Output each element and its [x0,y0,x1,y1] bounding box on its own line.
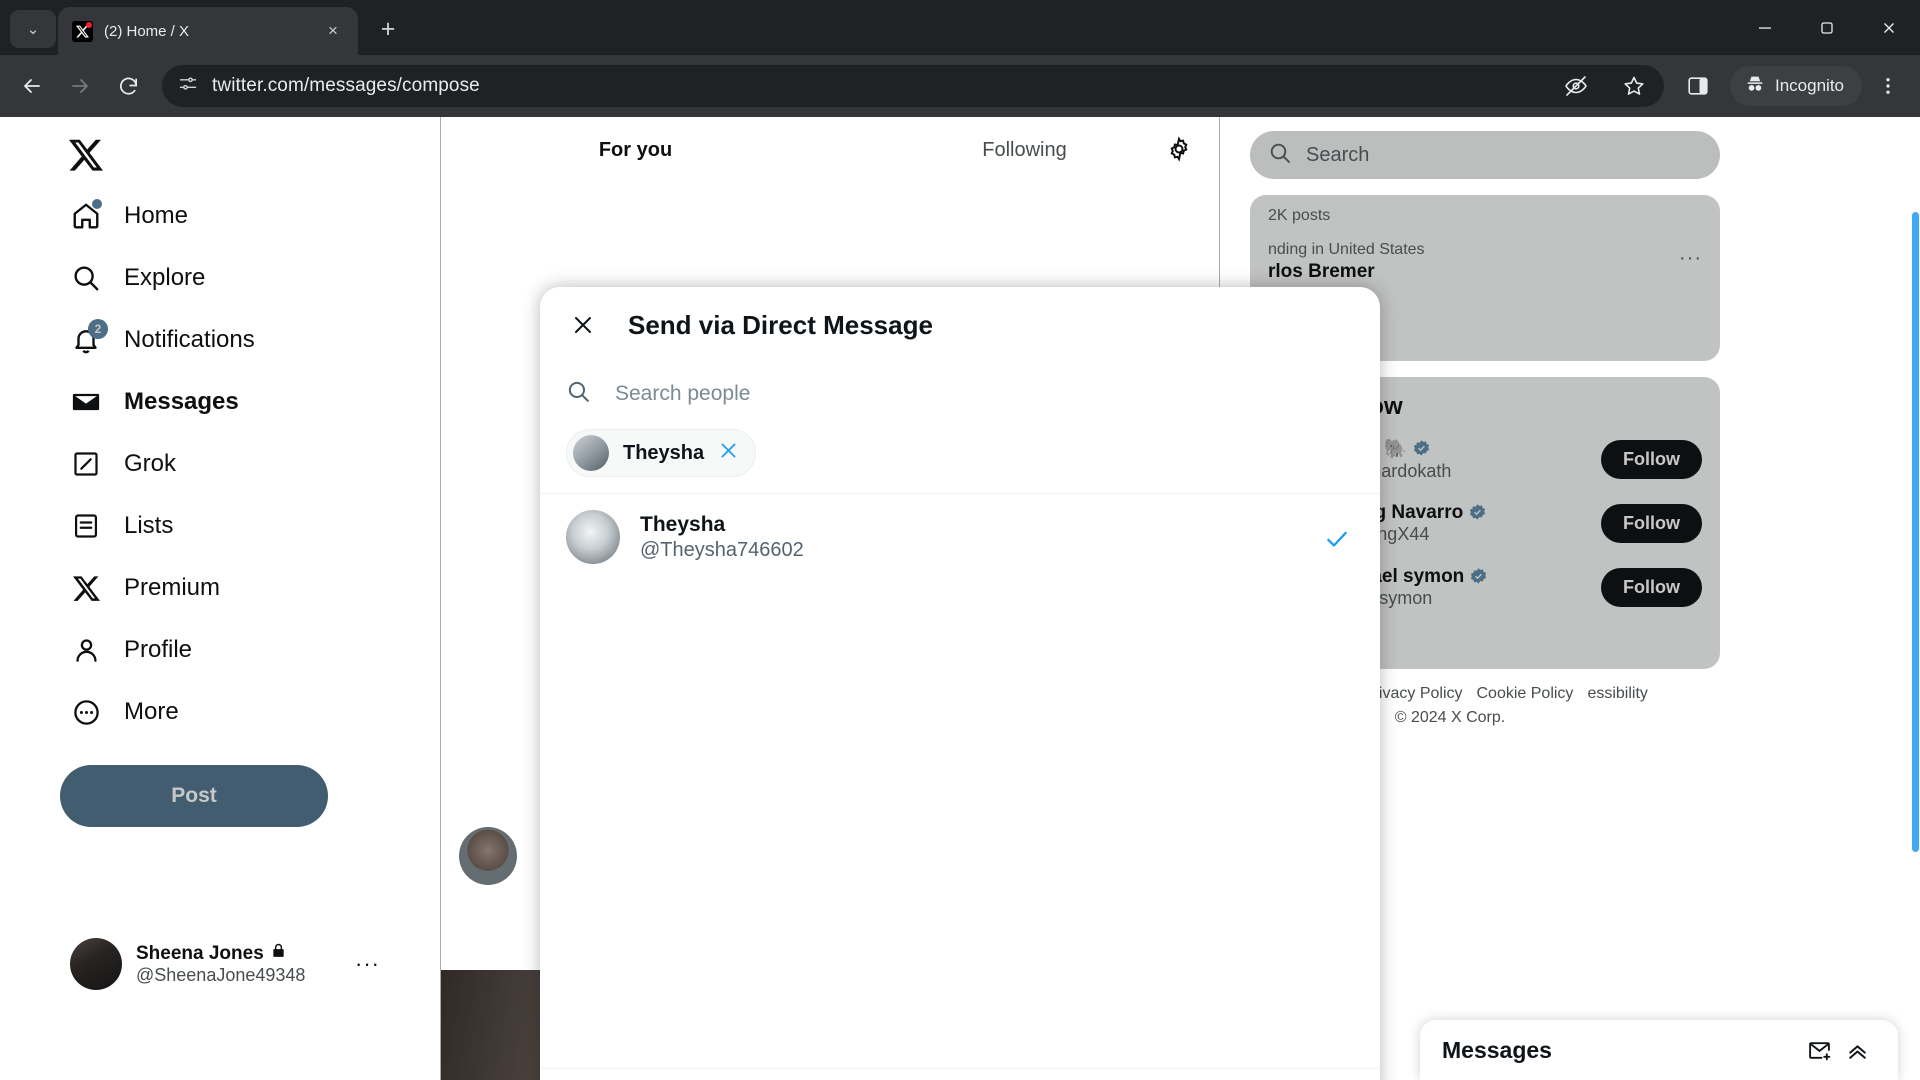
list-item[interactable]: Theysha @Theysha746602 [540,494,1380,580]
incognito-icon [1744,73,1766,100]
favicon-notification-dot [86,21,92,28]
check-icon [1324,526,1350,557]
address-bar[interactable]: twitter.com/messages/compose [162,65,1664,107]
back-button[interactable] [10,64,54,108]
tune-icon[interactable] [178,74,198,99]
selected-recipients: Theysha [540,425,1380,493]
remove-recipient-icon[interactable] [718,440,739,467]
tab-close-button[interactable]: × [320,18,346,44]
hide-password-icon[interactable] [1554,64,1598,108]
incognito-indicator[interactable]: Incognito [1730,66,1862,106]
recipient-chip[interactable]: Theysha [566,429,757,477]
x-favicon [72,20,93,42]
page-scrollbar[interactable] [1911,117,1920,1080]
new-tab-button[interactable]: + [370,11,406,47]
close-icon[interactable] [562,304,604,346]
window-controls [1734,0,1920,55]
maximize-button[interactable] [1796,0,1858,55]
people-results-list: Theysha @Theysha746602 [540,494,1380,1068]
result-handle: @Theysha746602 [640,538,804,561]
avatar [573,435,609,471]
chevron-down-icon: ⌄ [26,21,40,38]
browser-toolbar: twitter.com/messages/compose Incognito [0,55,1920,117]
incognito-label: Incognito [1775,76,1844,95]
search-people-placeholder: Search people [615,382,751,405]
tab-title: (2) Home / X [104,22,190,40]
tab-search-button[interactable]: ⌄ [10,10,56,48]
side-panel-icon[interactable] [1676,64,1720,108]
browser-tab[interactable]: (2) Home / X × [58,7,358,55]
send-via-dm-modal: Send via Direct Message Search people Th… [540,287,1380,1080]
tab-strip: ⌄ (2) Home / X × + [0,0,1920,55]
address-bar-url: twitter.com/messages/compose [212,75,480,96]
minimize-button[interactable] [1734,0,1796,55]
result-name: Theysha [640,512,726,536]
recipient-chip-name: Theysha [623,441,705,464]
modal-title: Send via Direct Message [628,309,933,340]
reload-button[interactable] [106,64,150,108]
search-icon [566,379,591,409]
close-window-button[interactable] [1858,0,1920,55]
bookmark-star-icon[interactable] [1612,64,1656,108]
browser-window: ⌄ (2) Home / X × + twitter.com/messages/… [0,0,1920,1080]
avatar [566,510,620,564]
page-content: Home Explore 2 Notifications Messages Gr… [0,117,1920,1080]
message-compose-bar: check in I [540,1068,1380,1080]
scrollbar-thumb[interactable] [1912,212,1919,852]
forward-button[interactable] [58,64,102,108]
search-people-input[interactable]: Search people [540,363,1380,425]
browser-menu-button[interactable] [1866,64,1910,108]
modal-header: Send via Direct Message [540,287,1380,363]
